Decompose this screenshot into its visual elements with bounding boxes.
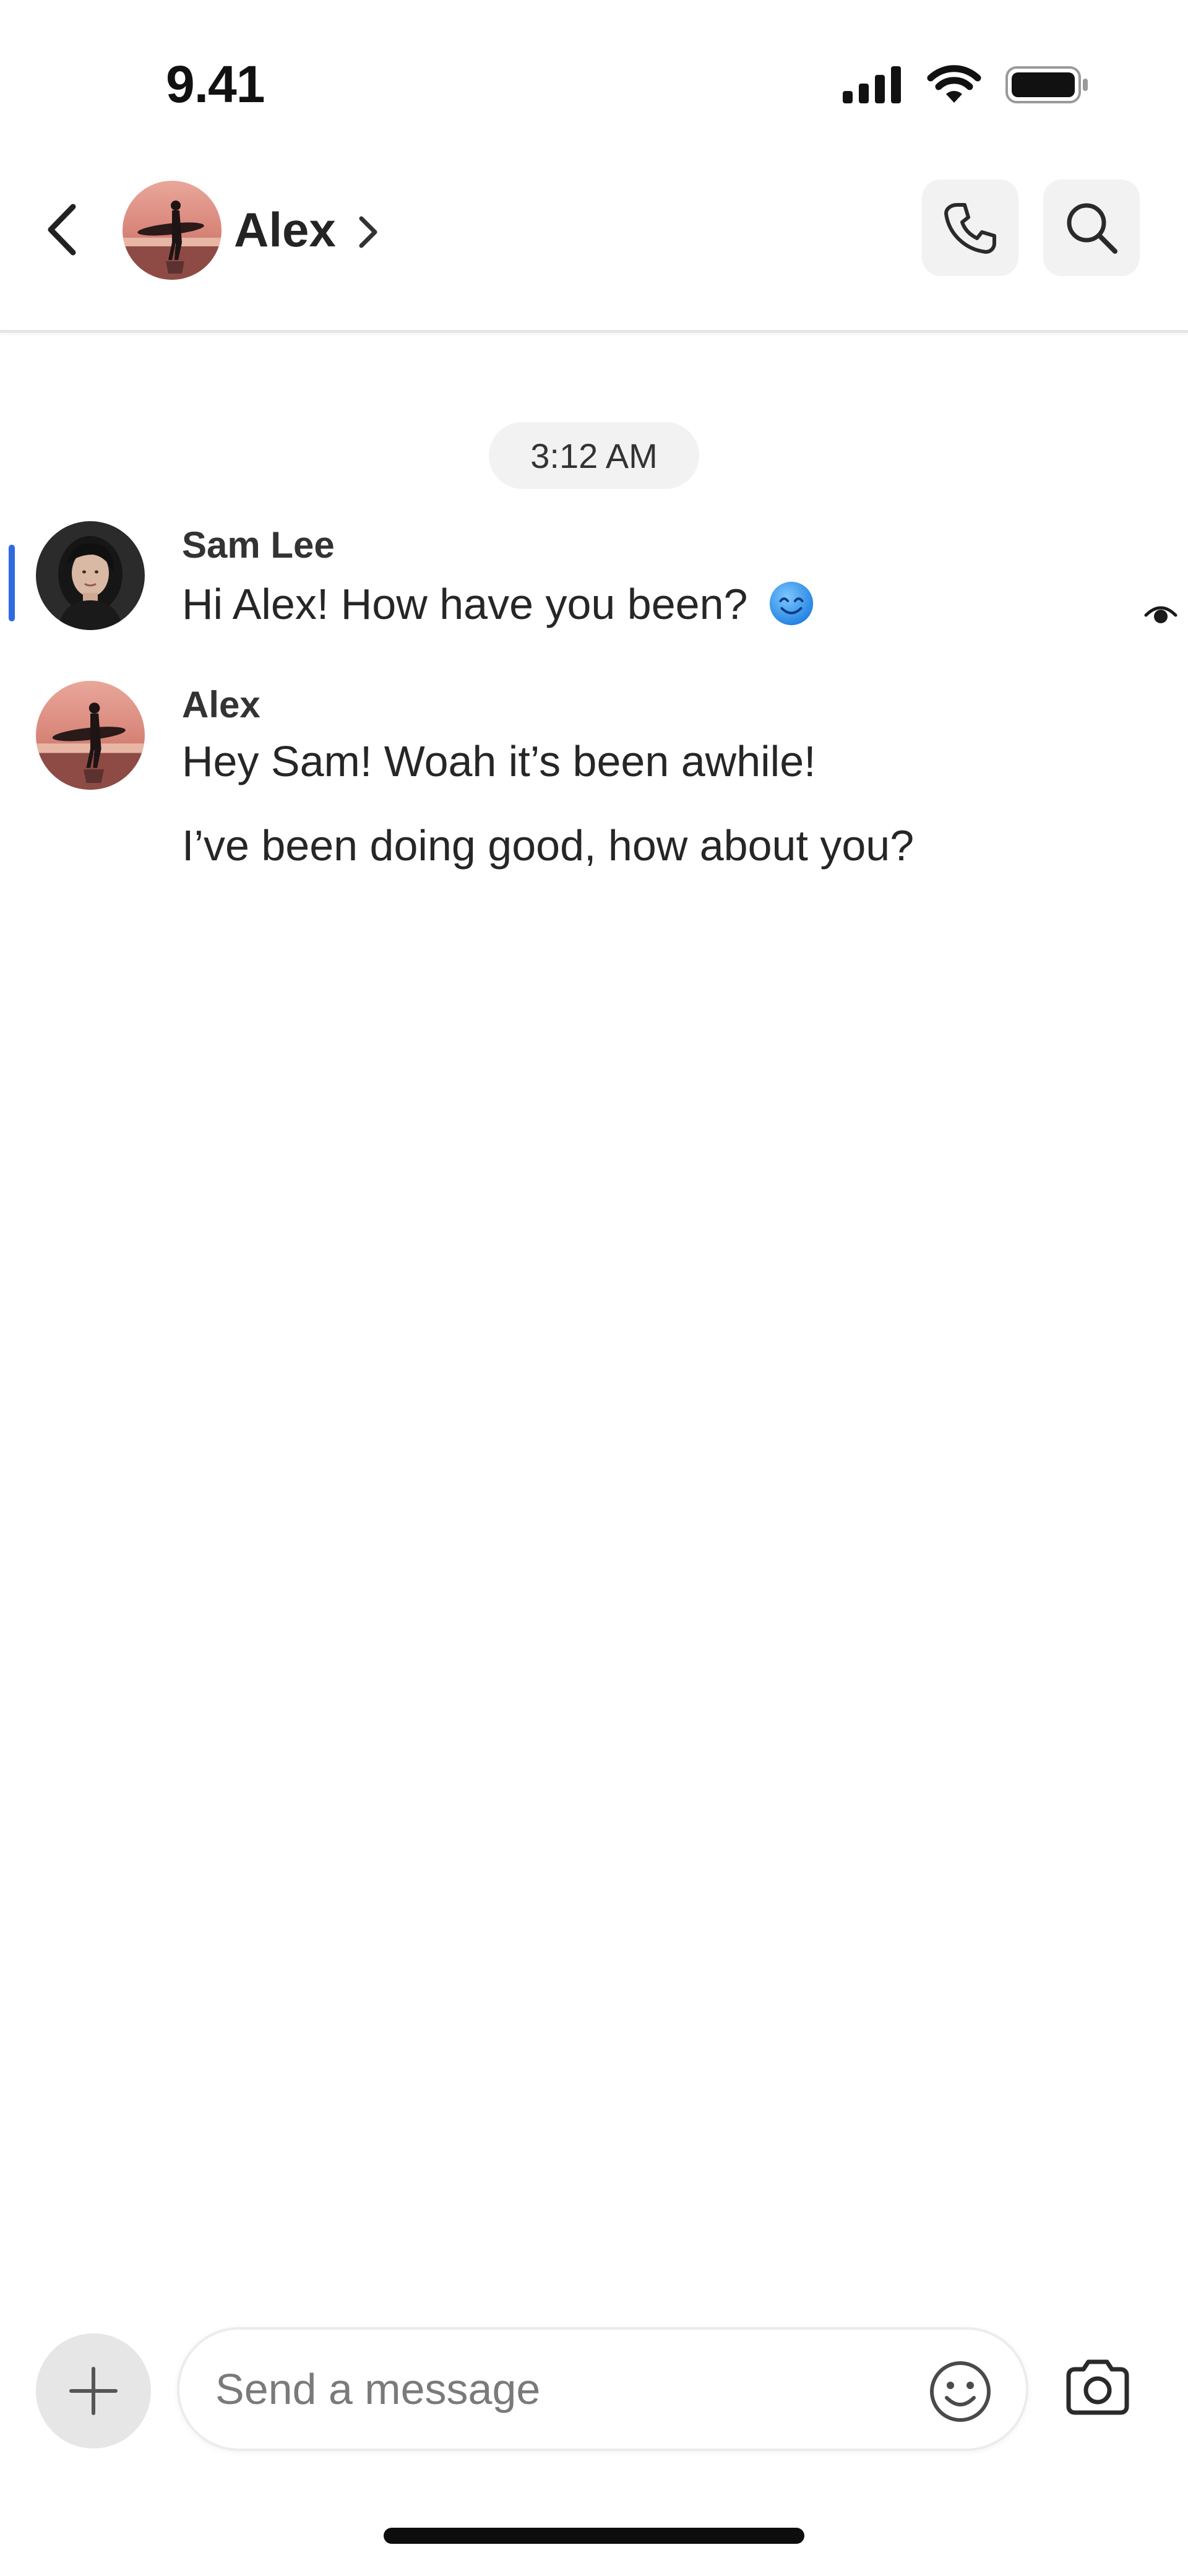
message-input-container[interactable] xyxy=(177,2327,1028,2451)
status-time: 9.41 xyxy=(166,55,265,113)
sender-name: Sam Lee xyxy=(182,524,335,566)
contact-name[interactable]: Alex xyxy=(234,202,336,258)
chevron-right-icon xyxy=(359,216,377,248)
date-separator: 3:12 AM xyxy=(489,422,699,489)
sender-avatar-image xyxy=(36,681,145,790)
conversation-header: Alex xyxy=(0,161,1188,333)
chevron-left-icon xyxy=(48,204,76,256)
message-text[interactable]: Hi Alex! How have you been? xyxy=(182,579,816,629)
message-group[interactable]: Sam Lee Hi Alex! How have you been? xyxy=(0,514,1188,656)
message-input[interactable] xyxy=(214,2354,882,2424)
back-button[interactable] xyxy=(40,196,84,264)
wifi-icon xyxy=(927,65,981,103)
sender-avatar-image xyxy=(36,521,145,630)
sender-avatar[interactable] xyxy=(36,681,145,790)
status-icons xyxy=(842,64,1089,105)
eye-icon xyxy=(1144,606,1177,623)
status-bar: 9.41 xyxy=(0,0,1188,161)
plus-icon xyxy=(69,2367,118,2415)
timestamp-label: 3:12 AM xyxy=(530,436,658,475)
call-button[interactable] xyxy=(922,179,1018,276)
cellular-signal-icon xyxy=(843,66,901,103)
sender-name: Alex xyxy=(182,684,260,725)
search-icon xyxy=(1067,203,1117,254)
camera-button[interactable] xyxy=(1059,2348,1136,2425)
message-text[interactable]: Hey Sam! Woah it’s been awhile! xyxy=(182,737,816,786)
smiling-face-emoji xyxy=(769,581,814,626)
message-group[interactable]: Alex Hey Sam! Woah it’s been awhile! I’v… xyxy=(0,675,1188,897)
message-composer xyxy=(0,2315,1188,2463)
contact-details-button[interactable] xyxy=(353,209,382,255)
phone-icon xyxy=(944,203,996,254)
home-indicator xyxy=(384,2528,804,2544)
smiley-icon xyxy=(930,2361,991,2422)
message-text-content: Hi Alex! How have you been? xyxy=(182,580,748,628)
unread-marker xyxy=(9,545,15,621)
contact-avatar-image xyxy=(123,181,222,280)
contact-avatar[interactable] xyxy=(123,181,222,280)
emoji-picker-button[interactable] xyxy=(927,2358,994,2425)
battery-icon xyxy=(1005,66,1088,103)
camera-icon xyxy=(1066,2359,1129,2415)
sender-avatar[interactable] xyxy=(36,521,145,630)
search-button[interactable] xyxy=(1043,179,1140,276)
message-text[interactable]: I’ve been doing good, how about you? xyxy=(182,821,914,870)
add-attachment-button[interactable] xyxy=(36,2333,151,2448)
